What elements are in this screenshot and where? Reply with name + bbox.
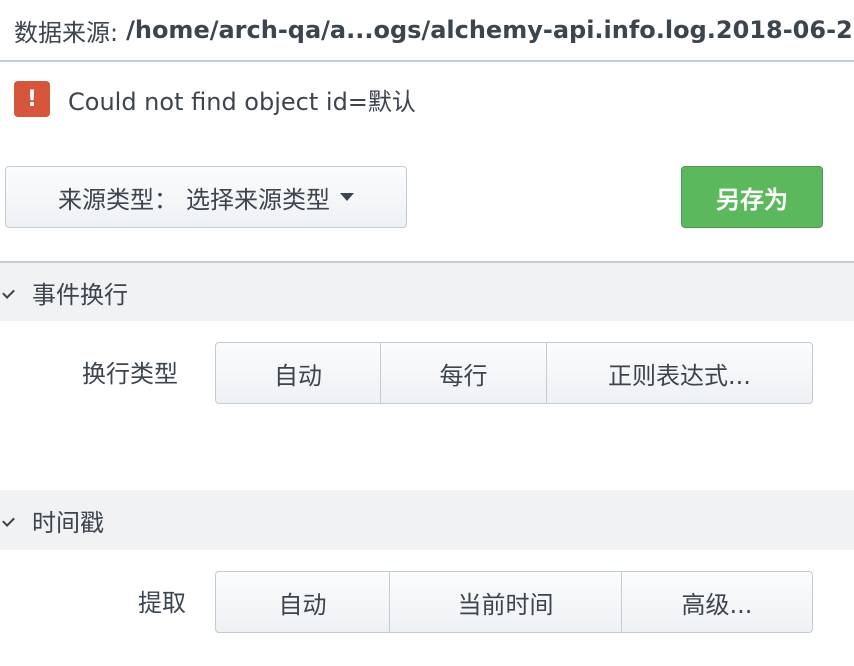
- data-source-label: 数据来源:: [14, 18, 119, 47]
- chevron-down-icon: [2, 285, 15, 299]
- section-timestamp-header[interactable]: 时间戳: [0, 490, 854, 550]
- data-source-header: 数据来源: /home/arch-qa/a...ogs/alchemy-api.…: [0, 0, 854, 62]
- break-type-label: 换行类型: [82, 360, 178, 388]
- section-title: 时间戳: [32, 508, 104, 537]
- error-text: Could not find object id=默认: [68, 87, 416, 116]
- error-message: ! Could not find object id=默认: [14, 80, 416, 118]
- break-type-button-group: 自动 每行 正则表达式...: [215, 342, 813, 404]
- data-source-path: /home/arch-qa/a...ogs/alchemy-api.info.l…: [126, 16, 854, 44]
- caret-down-icon: [340, 193, 354, 201]
- extraction-label: 提取: [138, 589, 186, 617]
- section-event-breaks-header[interactable]: 事件换行: [0, 261, 854, 321]
- break-type-auto-button[interactable]: 自动: [216, 343, 380, 403]
- extraction-current-time-button[interactable]: 当前时间: [389, 572, 621, 632]
- break-type-regex-button[interactable]: 正则表达式...: [546, 343, 812, 403]
- section-title: 事件换行: [32, 280, 128, 309]
- error-icon: !: [14, 81, 50, 117]
- break-type-every-line-button[interactable]: 每行: [380, 343, 546, 403]
- extraction-auto-button[interactable]: 自动: [216, 572, 389, 632]
- extraction-advanced-button[interactable]: 高级...: [621, 572, 812, 632]
- chevron-down-icon: [2, 513, 15, 527]
- sourcetype-label: 来源类型：: [58, 185, 178, 214]
- extraction-button-group: 自动 当前时间 高级...: [215, 571, 813, 633]
- sourcetype-value: 选择来源类型: [186, 185, 330, 214]
- save-as-button[interactable]: 另存为: [681, 166, 823, 228]
- sourcetype-dropdown[interactable]: 来源类型： 选择来源类型: [5, 166, 407, 228]
